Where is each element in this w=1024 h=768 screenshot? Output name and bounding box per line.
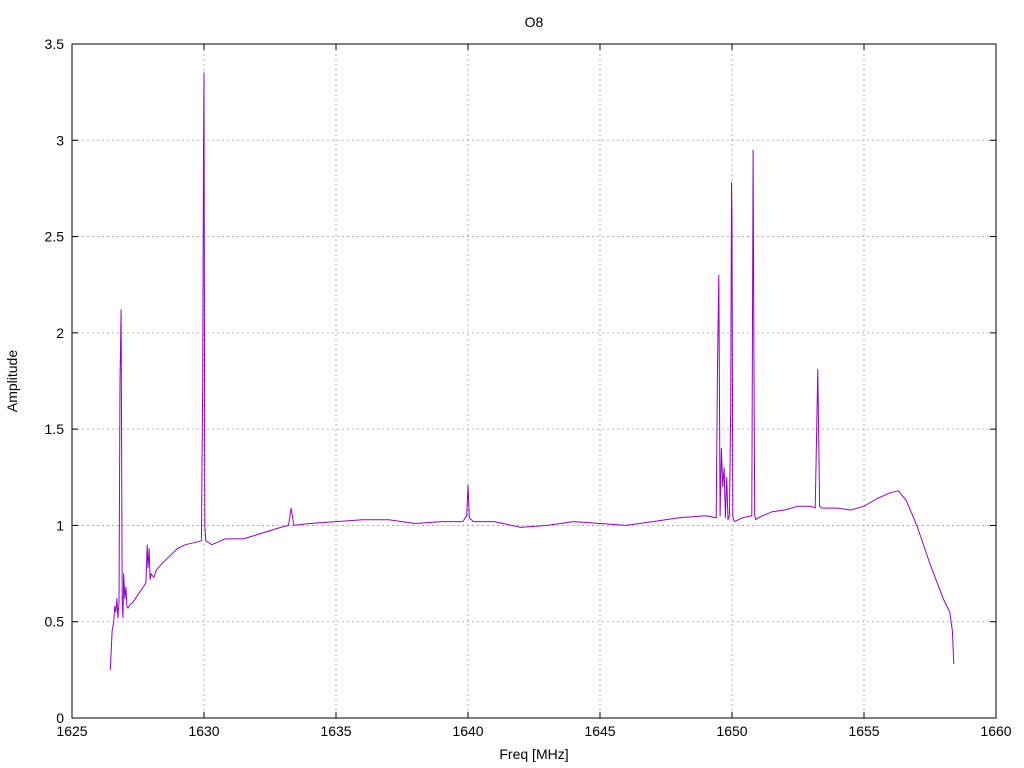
y-tick-label: 0 [56, 710, 64, 726]
y-tick-label: 3.5 [45, 36, 65, 52]
gridlines [72, 44, 996, 718]
line-chart: 1625 1630 1635 1640 1645 1650 1655 1660 00.511.… [4, 14, 1012, 762]
y-tick-label: 2.5 [45, 229, 65, 245]
y-tick-label: 2 [56, 325, 64, 341]
x-tick-label: 1635 [320, 723, 351, 739]
series-layer [109, 72, 955, 670]
y-tick-label: 1.5 [45, 421, 65, 437]
chart-title: O8 [525, 14, 544, 30]
y-tick-labels: 0 0.5 1 1.5 2 2.5 3 3.5 [45, 36, 65, 726]
x-tick-labels: 1625 1630 1635 1640 1645 1650 1655 1660 [56, 723, 1011, 739]
x-tick-label: 1655 [848, 723, 879, 739]
axis-ticks [71, 43, 997, 719]
plot-frame [71, 43, 997, 719]
y-tick-label: 3 [56, 132, 64, 148]
x-tick-label: 1640 [452, 723, 483, 739]
series-line [109, 72, 955, 670]
x-axis-title: Freq [MHz] [499, 746, 568, 762]
y-axis-title: Amplitude [4, 350, 20, 412]
y-tick-label: 0.5 [45, 614, 65, 630]
x-tick-label: 1645 [584, 723, 615, 739]
x-tick-label: 1650 [716, 723, 747, 739]
x-tick-label: 1630 [188, 723, 219, 739]
y-tick-label: 1 [56, 517, 64, 533]
x-tick-label: 1660 [980, 723, 1011, 739]
